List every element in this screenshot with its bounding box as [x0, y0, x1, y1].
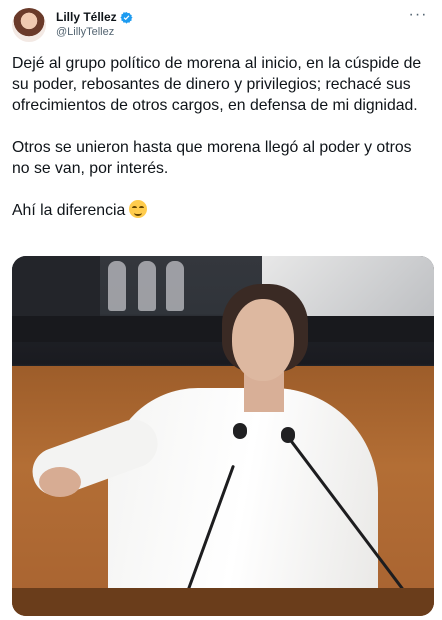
water-bottle-icon — [108, 261, 126, 311]
tweet-photo[interactable] — [12, 256, 434, 616]
relieved-face-emoji-icon — [129, 200, 148, 218]
water-bottle-icon — [166, 261, 184, 311]
background-chair — [12, 256, 100, 320]
tweet-header: Lilly Téllez @LillyTellez ··· — [12, 7, 430, 48]
face — [232, 299, 294, 381]
more-options-icon[interactable]: ··· — [406, 7, 430, 28]
tweet-paragraph-3: Ahí la diferencia — [12, 202, 126, 219]
water-bottle-icon — [138, 261, 156, 311]
tweet-paragraph-2: Otros se unieron hasta que morena llegó … — [12, 139, 416, 177]
tweet-text: Dejé al grupo político de morena al inic… — [12, 53, 430, 221]
author-info: Lilly Téllez @LillyTellez — [56, 10, 133, 39]
author-handle[interactable]: @LillyTellez — [56, 25, 133, 39]
author-name[interactable]: Lilly Téllez — [56, 10, 117, 25]
tweet-paragraph-1: Dejé al grupo político de morena al inic… — [12, 55, 426, 114]
avatar[interactable] — [12, 8, 46, 42]
microphone-icon — [281, 427, 295, 443]
hand — [39, 467, 81, 497]
desk — [12, 588, 434, 616]
microphone-icon — [233, 423, 247, 439]
name-row: Lilly Téllez — [56, 10, 133, 25]
verified-badge-icon — [120, 11, 133, 24]
